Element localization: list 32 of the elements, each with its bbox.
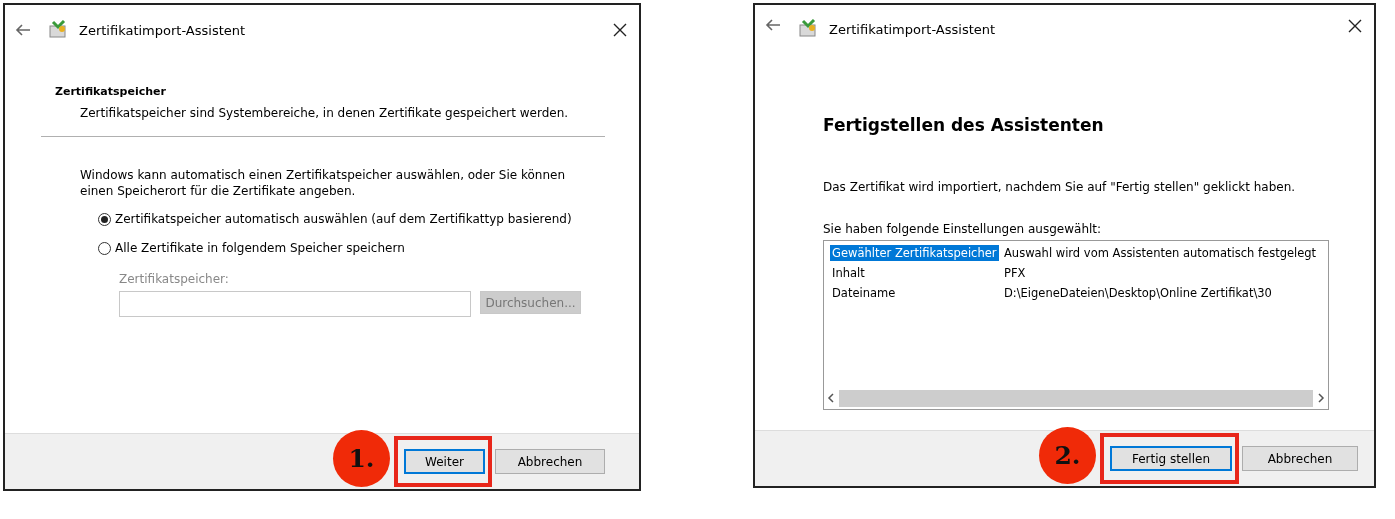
scroll-right-icon[interactable] [1315,392,1327,404]
setting-value: PFX [1003,265,1026,280]
close-icon[interactable] [1348,19,1362,33]
primary-button[interactable]: Fertig stellen [1110,446,1232,471]
step-number: 2. [1039,427,1096,484]
description-text: Windows kann automatisch einen Zertifikatspeicher auswählen, oder Sie können einen Speicherort für die Zertifikate angeben. [80,167,567,199]
window-title: Zertifikatimport-Assistent [79,22,247,38]
heading: Fertigstellen des Assistenten [823,115,1105,135]
description-text: Das Zertifikat wird importiert, nachdem Sie auf "Fertig stellen" geklickt haben. [823,180,1297,194]
setting-name[interactable]: Dateiname [830,284,898,301]
list-label: Sie haben folgende Einstellungen ausgewählt: [823,222,1103,236]
close-icon[interactable] [613,23,627,37]
certificate-icon [797,19,817,39]
option-label: Alle Zertifikate in folgendem Speicher speichern [115,241,405,255]
step-number: 1. [333,430,390,487]
field-label: Zertifikatspeicher: [119,272,230,286]
back-icon[interactable] [15,24,31,36]
scrollbar-thumb[interactable] [839,389,1313,407]
section-subtitle: Zertifikatspeicher sind Systembereiche, in denen Zertifikate gespeichert werden. [80,106,570,120]
setting-name[interactable]: Inhalt [830,264,867,281]
primary-button[interactable]: Weiter [404,449,485,474]
scroll-left-icon[interactable] [825,392,837,404]
cancel-button[interactable]: Abbrechen [1242,446,1358,471]
setting-value: D:\EigeneDateien\Desktop\Online Zertifikat\30 [1003,285,1272,300]
option-label: Zertifikatspeicher automatisch auswählen (auf dem Zertifikattyp basierend) [115,212,572,226]
setting-value: Auswahl wird vom Assistenten automatisch festgelegt [1003,245,1317,260]
cancel-button[interactable]: Abbrechen [495,449,605,474]
section-title: Zertifikatspeicher [55,85,167,98]
back-icon[interactable] [765,19,781,31]
window-title: Zertifikatimport-Assistent [829,22,997,37]
certificate-icon [47,20,67,40]
setting-name[interactable]: Gewählter Zertifikatspeicher [830,244,999,261]
